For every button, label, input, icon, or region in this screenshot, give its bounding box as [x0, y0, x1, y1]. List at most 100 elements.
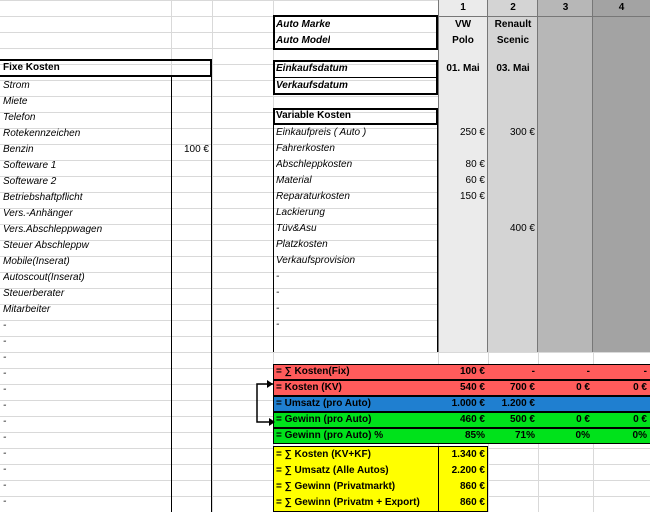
summary-value-umsatz-3 — [538, 396, 590, 412]
summary-value-umsatz-4 — [593, 396, 647, 412]
summary-value-gewinn-4: 0 € — [633, 414, 647, 425]
fixed-cost-label: - — [3, 448, 7, 459]
variable-cost-label: Lackierung — [276, 207, 325, 218]
summary-label-umsatz: = Umsatz (pro Auto) — [276, 398, 371, 409]
car1-make[interactable]: VW — [438, 17, 488, 33]
total-label: = ∑ Gewinn (Privatm + Export) — [276, 497, 420, 508]
fixed-cost-label: - — [3, 480, 7, 491]
total-value: 1.340 € — [451, 449, 485, 460]
einkaufsdatum-label: Einkaufsdatum — [276, 63, 348, 74]
summary-value-gewinn-2: 500 € — [509, 414, 535, 425]
fixed-cost-label: - — [3, 496, 7, 507]
fixed-cost-label: - — [3, 320, 7, 331]
variable-cost-label: - — [276, 271, 280, 282]
summary-value-kosten-kv-2: 700 € — [509, 382, 535, 393]
summary-value-kosten-kv-1: 540 € — [459, 382, 485, 393]
fixed-costs-header: Fixe Kosten — [3, 62, 60, 73]
auto-model-label: Auto Model — [276, 35, 331, 46]
fixed-cost-label: - — [3, 352, 7, 363]
summary-label-gewinn: = Gewinn (pro Auto) — [276, 414, 372, 425]
summary-value-kosten-fix-1: 100 € — [459, 366, 485, 377]
summary-value-kosten-fix-4: - — [643, 366, 647, 377]
fixed-cost-label: - — [3, 464, 7, 475]
summary-value-gewinn-pct-2: 71% — [514, 430, 535, 441]
total-value: 860 € — [459, 497, 485, 508]
fixed-cost-label: - — [3, 416, 7, 427]
variable-cost-label: Einkaufpreis ( Auto ) — [276, 127, 367, 138]
variable-costs-header: Variable Kosten — [276, 110, 352, 121]
variable-cost-car1[interactable]: 250 € — [438, 125, 485, 141]
summary-value-gewinn-pct-3: 0% — [575, 430, 590, 441]
summary-value-gewinn-3: 0 € — [576, 414, 590, 425]
fixed-cost-label: Vers.-Anhänger — [3, 208, 73, 219]
summary-value-kosten-fix-3: - — [586, 366, 590, 377]
car2-model[interactable]: Scenic — [488, 33, 538, 49]
variable-cost-car1[interactable]: 80 € — [438, 157, 485, 173]
summary-label-kosten-fix: = ∑ Kosten(Fix) — [276, 366, 350, 377]
column-number-4: 4 — [618, 2, 625, 13]
fixed-cost-label: - — [3, 336, 7, 347]
total-label: = ∑ Kosten (KV+KF) — [276, 449, 371, 460]
fixed-cost-label: - — [3, 432, 7, 443]
variable-cost-label: - — [276, 303, 280, 314]
fixed-cost-label: Telefon — [3, 112, 36, 123]
fixed-cost-label: Softeware 1 — [3, 160, 57, 171]
fixed-cost-value[interactable]: 100 € — [171, 142, 209, 158]
variable-cost-label: Fahrerkosten — [276, 143, 335, 154]
variable-cost-label: Material — [276, 175, 312, 186]
auto-marke-label: Auto Marke — [276, 19, 331, 30]
summary-value-gewinn-pct-4: 0% — [632, 430, 647, 441]
car2-einkaufsdatum[interactable]: 03. Mai — [488, 61, 538, 77]
summary-value-kosten-fix-2: - — [531, 366, 535, 377]
column-number-1: 1 — [460, 2, 466, 13]
fixed-cost-label: Betriebshaftpflicht — [3, 192, 83, 203]
fixed-cost-label: Mobile(Inserat) — [3, 256, 70, 267]
fixed-cost-label: Steuerberater — [3, 288, 65, 299]
total-label: = ∑ Umsatz (Alle Autos) — [276, 465, 389, 476]
arrow-connector — [256, 380, 275, 426]
fixed-cost-label: Autoscout(Inserat) — [3, 272, 85, 283]
summary-value-umsatz-2: 1.200 € — [501, 398, 535, 409]
fixed-cost-label: Softeware 2 — [3, 176, 57, 187]
car-column-3-fill — [538, 0, 593, 352]
summary-label-gewinn-pct: = Gewinn (pro Auto) % — [276, 430, 384, 441]
variable-cost-car2[interactable]: 300 € — [488, 125, 535, 141]
variable-cost-car1[interactable]: 150 € — [438, 189, 485, 205]
fixed-cost-label: Steuer Abschleppw — [3, 240, 89, 251]
verkaufsdatum-label: Verkaufsdatum — [276, 80, 348, 91]
fixed-cost-label: Benzin — [3, 144, 34, 155]
variable-cost-label: Verkaufsprovision — [276, 255, 356, 266]
fixed-cost-label: - — [3, 368, 7, 379]
variable-cost-label: Abschleppkosten — [276, 159, 353, 170]
car-column-4-fill — [593, 0, 650, 352]
fixed-cost-label: Vers.Abschleppwagen — [3, 224, 103, 235]
car-column-2-fill — [488, 0, 538, 352]
fixed-cost-label: - — [3, 384, 7, 395]
variable-cost-label: - — [276, 287, 280, 298]
summary-value-kosten-kv-3: 0 € — [576, 382, 590, 393]
total-value: 860 € — [459, 481, 485, 492]
car1-model[interactable]: Polo — [438, 33, 488, 49]
total-value: 2.200 € — [451, 465, 485, 476]
summary-value-gewinn-pct-1: 85% — [464, 430, 485, 441]
variable-cost-label: Tüv&Asu — [276, 223, 317, 234]
car2-make[interactable]: Renault — [488, 17, 538, 33]
fixed-cost-label: Miete — [3, 96, 28, 107]
column-number-3: 3 — [562, 2, 569, 13]
variable-cost-label: - — [276, 319, 280, 330]
summary-label-kosten-kv: = Kosten (KV) — [276, 382, 342, 393]
fixed-cost-label: - — [3, 400, 7, 411]
variable-cost-car2[interactable]: 400 € — [488, 221, 535, 237]
column-number-2: 2 — [510, 2, 516, 13]
fixed-cost-label: Rotekennzeichen — [3, 128, 81, 139]
fixed-cost-label: Strom — [3, 80, 30, 91]
summary-value-gewinn-1: 460 € — [459, 414, 485, 425]
car1-einkaufsdatum[interactable]: 01. Mai — [438, 61, 488, 77]
variable-cost-car1[interactable]: 60 € — [438, 173, 485, 189]
summary-value-umsatz-1: 1.000 € — [451, 398, 485, 409]
summary-value-kosten-kv-4: 0 € — [633, 382, 647, 393]
variable-cost-label: Platzkosten — [276, 239, 328, 250]
variable-cost-label: Reparaturkosten — [276, 191, 350, 202]
total-label: = ∑ Gewinn (Privatmarkt) — [276, 481, 396, 492]
fixed-cost-label: Mitarbeiter — [3, 304, 51, 315]
